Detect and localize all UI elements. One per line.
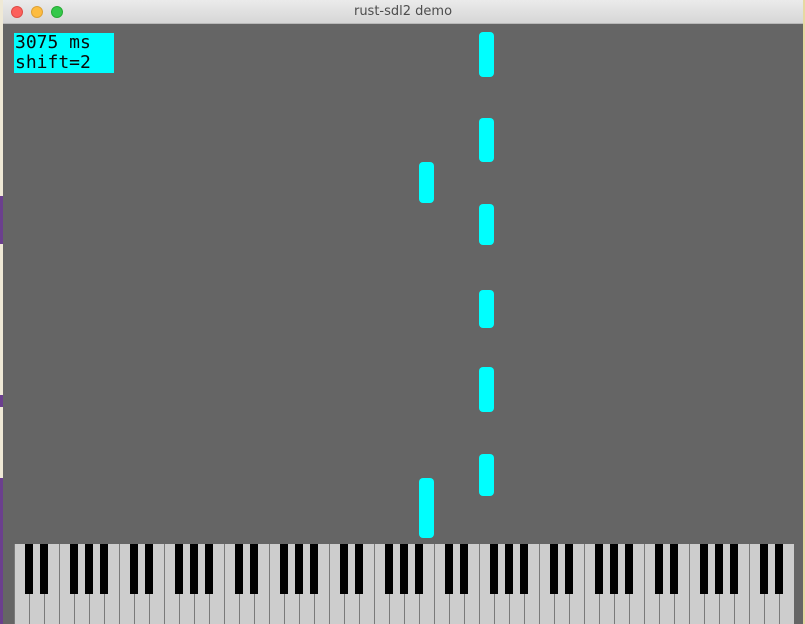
black-key[interactable] [520,544,528,594]
falling-note [479,454,494,496]
black-key[interactable] [730,544,738,594]
falling-note [479,367,494,412]
black-key[interactable] [355,544,363,594]
hud-panel: 3075 ms shift=2 [14,33,114,73]
black-key[interactable] [190,544,198,594]
falling-note [479,118,494,162]
black-key[interactable] [235,544,243,594]
black-key[interactable] [700,544,708,594]
window-title: rust-sdl2 demo [353,4,453,19]
black-key[interactable] [40,544,48,594]
black-key[interactable] [610,544,618,594]
black-key[interactable] [145,544,153,594]
black-key[interactable] [280,544,288,594]
falling-note [479,204,494,245]
black-key[interactable] [175,544,183,594]
shift-readout: shift=2 [15,52,91,73]
black-key[interactable] [715,544,723,594]
black-key[interactable] [85,544,93,594]
black-key[interactable] [595,544,603,594]
falling-note [479,290,494,328]
black-key[interactable] [250,544,258,594]
title-bar[interactable]: rust-sdl2 demo [3,0,803,24]
black-key[interactable] [70,544,78,594]
black-key[interactable] [550,544,558,594]
black-key[interactable] [505,544,513,594]
game-canvas[interactable]: 3075 ms shift=2 [3,24,803,624]
elapsed-time-readout: 3075 ms [15,32,91,53]
black-key[interactable] [655,544,663,594]
falling-note [419,162,434,203]
black-key[interactable] [460,544,468,594]
app-window: rust-sdl2 demo 3075 ms shift=2 [3,0,803,624]
black-key[interactable] [415,544,423,594]
black-key[interactable] [565,544,573,594]
black-key[interactable] [400,544,408,594]
falling-note [419,478,434,538]
black-key[interactable] [295,544,303,594]
black-key[interactable] [205,544,213,594]
black-key[interactable] [625,544,633,594]
black-key[interactable] [775,544,783,594]
black-key[interactable] [670,544,678,594]
black-key[interactable] [385,544,393,594]
piano-keyboard[interactable] [14,544,794,624]
black-key[interactable] [25,544,33,594]
black-key[interactable] [100,544,108,594]
falling-note [479,32,494,77]
black-key[interactable] [130,544,138,594]
black-key[interactable] [340,544,348,594]
black-key[interactable] [445,544,453,594]
black-key[interactable] [490,544,498,594]
black-key[interactable] [760,544,768,594]
black-key[interactable] [310,544,318,594]
